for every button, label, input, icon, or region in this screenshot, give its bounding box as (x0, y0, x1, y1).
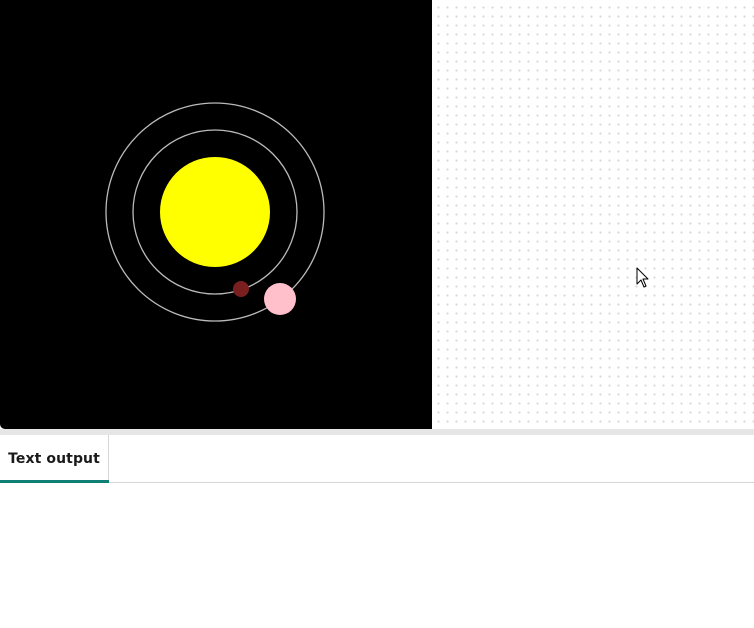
stage-area (0, 0, 754, 429)
tab-text-output[interactable]: Text output (0, 435, 109, 483)
output-tab-bar: Text output (0, 435, 754, 483)
inner-planet (233, 281, 249, 297)
tab-label: Text output (8, 450, 100, 467)
arrow-pointer-icon (636, 267, 650, 289)
drawing-canvas[interactable] (0, 0, 432, 429)
outer-planet (264, 283, 296, 315)
solar-system-drawing (105, 102, 325, 322)
sun (160, 157, 270, 267)
app-root: Text output (0, 0, 754, 628)
text-output-panel (0, 483, 754, 628)
